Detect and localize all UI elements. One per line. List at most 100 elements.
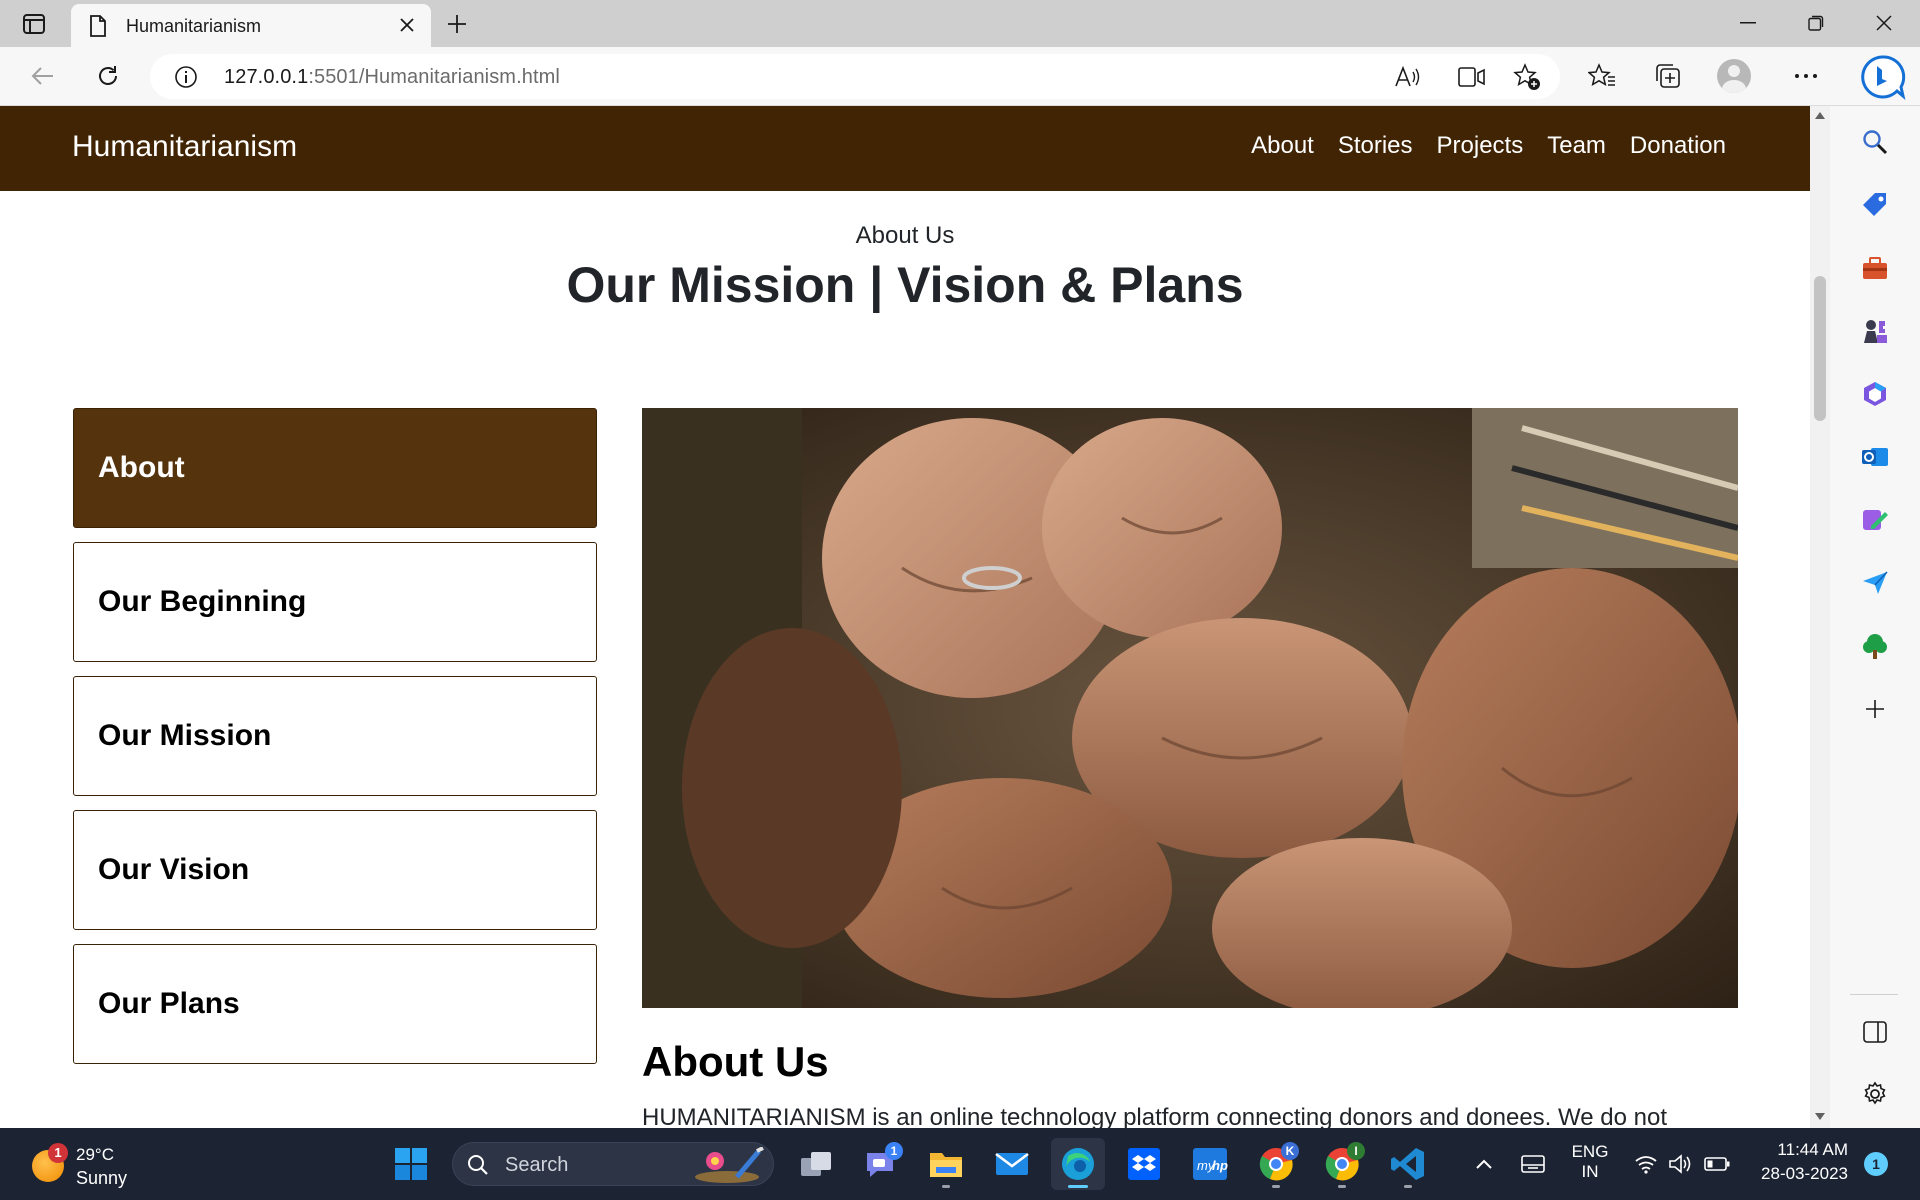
vscode-icon[interactable] (1381, 1138, 1435, 1190)
site-nav-links: About Stories Projects Team Donation (1251, 132, 1726, 160)
teams-badge: 1 (885, 1142, 903, 1160)
tab-our-mission[interactable]: Our Mission (73, 676, 597, 796)
hands-photo (642, 408, 1738, 1008)
running-indicator (1404, 1185, 1412, 1188)
sidebar-divider (1850, 994, 1898, 995)
weather-condition: Sunny (76, 1168, 128, 1188)
add-icon[interactable] (1859, 693, 1891, 725)
tree-icon[interactable] (1859, 630, 1891, 662)
chrome-profile-k-icon[interactable]: K (1249, 1138, 1303, 1190)
url-text: 127.0.0.1:5501/Humanitarianism.html (224, 66, 560, 89)
nav-link-about[interactable]: About (1251, 132, 1314, 160)
favorites-icon[interactable] (1582, 56, 1622, 96)
weather-temperature: 29°C (76, 1145, 114, 1164)
refresh-icon[interactable] (88, 56, 128, 96)
scroll-down-icon[interactable] (1815, 1113, 1825, 1120)
minimize-icon[interactable] (1714, 0, 1782, 46)
url-path: :5501/Humanitarianism.html (308, 66, 560, 88)
profile-avatar[interactable] (1717, 59, 1751, 93)
svg-text:hp: hp (1212, 1158, 1228, 1173)
weather-widget[interactable]: 1 29°C Sunny (28, 1140, 168, 1190)
games-icon[interactable] (1859, 315, 1891, 347)
tab-label: Our Vision (98, 853, 250, 886)
battery-icon[interactable] (1702, 1150, 1732, 1178)
search-placeholder: Search (505, 1154, 569, 1176)
immersive-reader-icon[interactable] (1455, 60, 1489, 94)
tab-our-plans[interactable]: Our Plans (73, 944, 597, 1064)
settings-icon[interactable] (1859, 1078, 1891, 1110)
edge-taskbar-icon[interactable] (1051, 1138, 1105, 1190)
send-icon[interactable] (1859, 567, 1891, 599)
new-tab-icon[interactable] (440, 8, 474, 40)
more-options-icon[interactable] (1786, 56, 1826, 96)
tab-our-vision[interactable]: Our Vision (73, 810, 597, 930)
mail-icon[interactable] (985, 1138, 1039, 1190)
add-favorite-icon[interactable] (1510, 60, 1544, 94)
shopping-tag-icon[interactable] (1859, 189, 1891, 221)
restore-icon[interactable] (1782, 0, 1850, 46)
vertical-tabs: About Our Beginning Our Mission Our Visi… (73, 408, 597, 1078)
running-indicator (1338, 1185, 1346, 1188)
tools-icon[interactable] (1859, 252, 1891, 284)
site-brand[interactable]: Humanitarianism (72, 130, 297, 164)
back-icon[interactable] (22, 56, 62, 96)
page-scrollbar[interactable] (1810, 106, 1830, 1128)
search-icon (467, 1154, 489, 1181)
tab-our-beginning[interactable]: Our Beginning (73, 542, 597, 662)
scroll-up-icon[interactable] (1815, 112, 1825, 119)
url-host: 127.0.0.1 (224, 66, 309, 88)
bing-chat-icon[interactable] (1857, 51, 1909, 103)
show-hidden-icons-icon[interactable] (1470, 1150, 1498, 1178)
clock[interactable]: 11:44 AM 28-03-2023 (1748, 1140, 1848, 1184)
close-tab-icon[interactable] (395, 13, 419, 37)
start-button[interactable] (384, 1138, 438, 1190)
scrollbar-thumb[interactable] (1814, 276, 1826, 421)
section-kicker: About Us (855, 222, 955, 249)
clock-date: 28-03-2023 (1761, 1164, 1848, 1183)
task-view-icon[interactable] (789, 1138, 843, 1190)
nav-link-projects[interactable]: Projects (1437, 132, 1524, 160)
notification-badge[interactable]: 1 (1864, 1152, 1888, 1176)
tab-label: About (98, 451, 185, 484)
address-bar[interactable]: 127.0.0.1:5501/Humanitarianism.html (150, 54, 1560, 99)
collections-icon[interactable] (1648, 56, 1688, 96)
chrome-profile-i-icon[interactable]: I (1315, 1138, 1369, 1190)
about-paragraph: HUMANITARIANISM is an online technology … (642, 1104, 1667, 1128)
clock-time: 11:44 AM (1777, 1140, 1848, 1159)
tab-title: Humanitarianism (126, 16, 262, 36)
site-info-icon[interactable] (174, 65, 198, 94)
microsoft-365-icon[interactable] (1859, 378, 1891, 410)
language-code: ENG (1571, 1142, 1609, 1161)
browser-tab-strip: Humanitarianism (0, 0, 1920, 47)
dropbox-icon[interactable] (1117, 1138, 1171, 1190)
edge-sidebar (1830, 106, 1920, 1128)
wifi-icon[interactable] (1632, 1150, 1660, 1178)
outlook-icon[interactable] (1859, 441, 1891, 473)
running-indicator (1068, 1185, 1088, 1188)
nav-link-stories[interactable]: Stories (1338, 132, 1413, 160)
nav-link-donation[interactable]: Donation (1630, 132, 1726, 160)
page-viewport: Humanitarianism About Stories Projects T… (0, 106, 1810, 1128)
volume-icon[interactable] (1666, 1150, 1694, 1178)
tab-actions-icon[interactable] (14, 8, 54, 40)
weather-badge: 1 (48, 1143, 68, 1163)
teams-chat-icon[interactable]: 1 (853, 1138, 907, 1190)
file-explorer-icon[interactable] (919, 1138, 973, 1190)
tab-label: Our Plans (98, 987, 240, 1020)
read-aloud-icon[interactable] (1390, 60, 1424, 94)
touch-keyboard-icon[interactable] (1518, 1150, 1548, 1178)
browser-tab[interactable]: Humanitarianism (71, 4, 431, 47)
taskbar-search[interactable]: Search (452, 1142, 774, 1186)
search-highlight-icon (693, 1146, 769, 1188)
nav-link-team[interactable]: Team (1547, 132, 1606, 160)
close-window-icon[interactable] (1850, 0, 1918, 46)
tab-about[interactable]: About (73, 408, 597, 528)
myhp-icon[interactable]: my hp (1183, 1138, 1237, 1190)
section-title: Our Mission | Vision & Plans (566, 257, 1244, 313)
split-screen-icon[interactable] (1859, 1016, 1891, 1048)
windows-taskbar: 1 29°C Sunny Search 1 my hp K I ENG IN 1… (0, 1128, 1920, 1200)
designer-icon[interactable] (1859, 504, 1891, 536)
input-language[interactable]: ENG IN (1566, 1142, 1614, 1182)
site-navbar: Humanitarianism About Stories Projects T… (0, 106, 1810, 191)
search-icon[interactable] (1859, 126, 1891, 158)
